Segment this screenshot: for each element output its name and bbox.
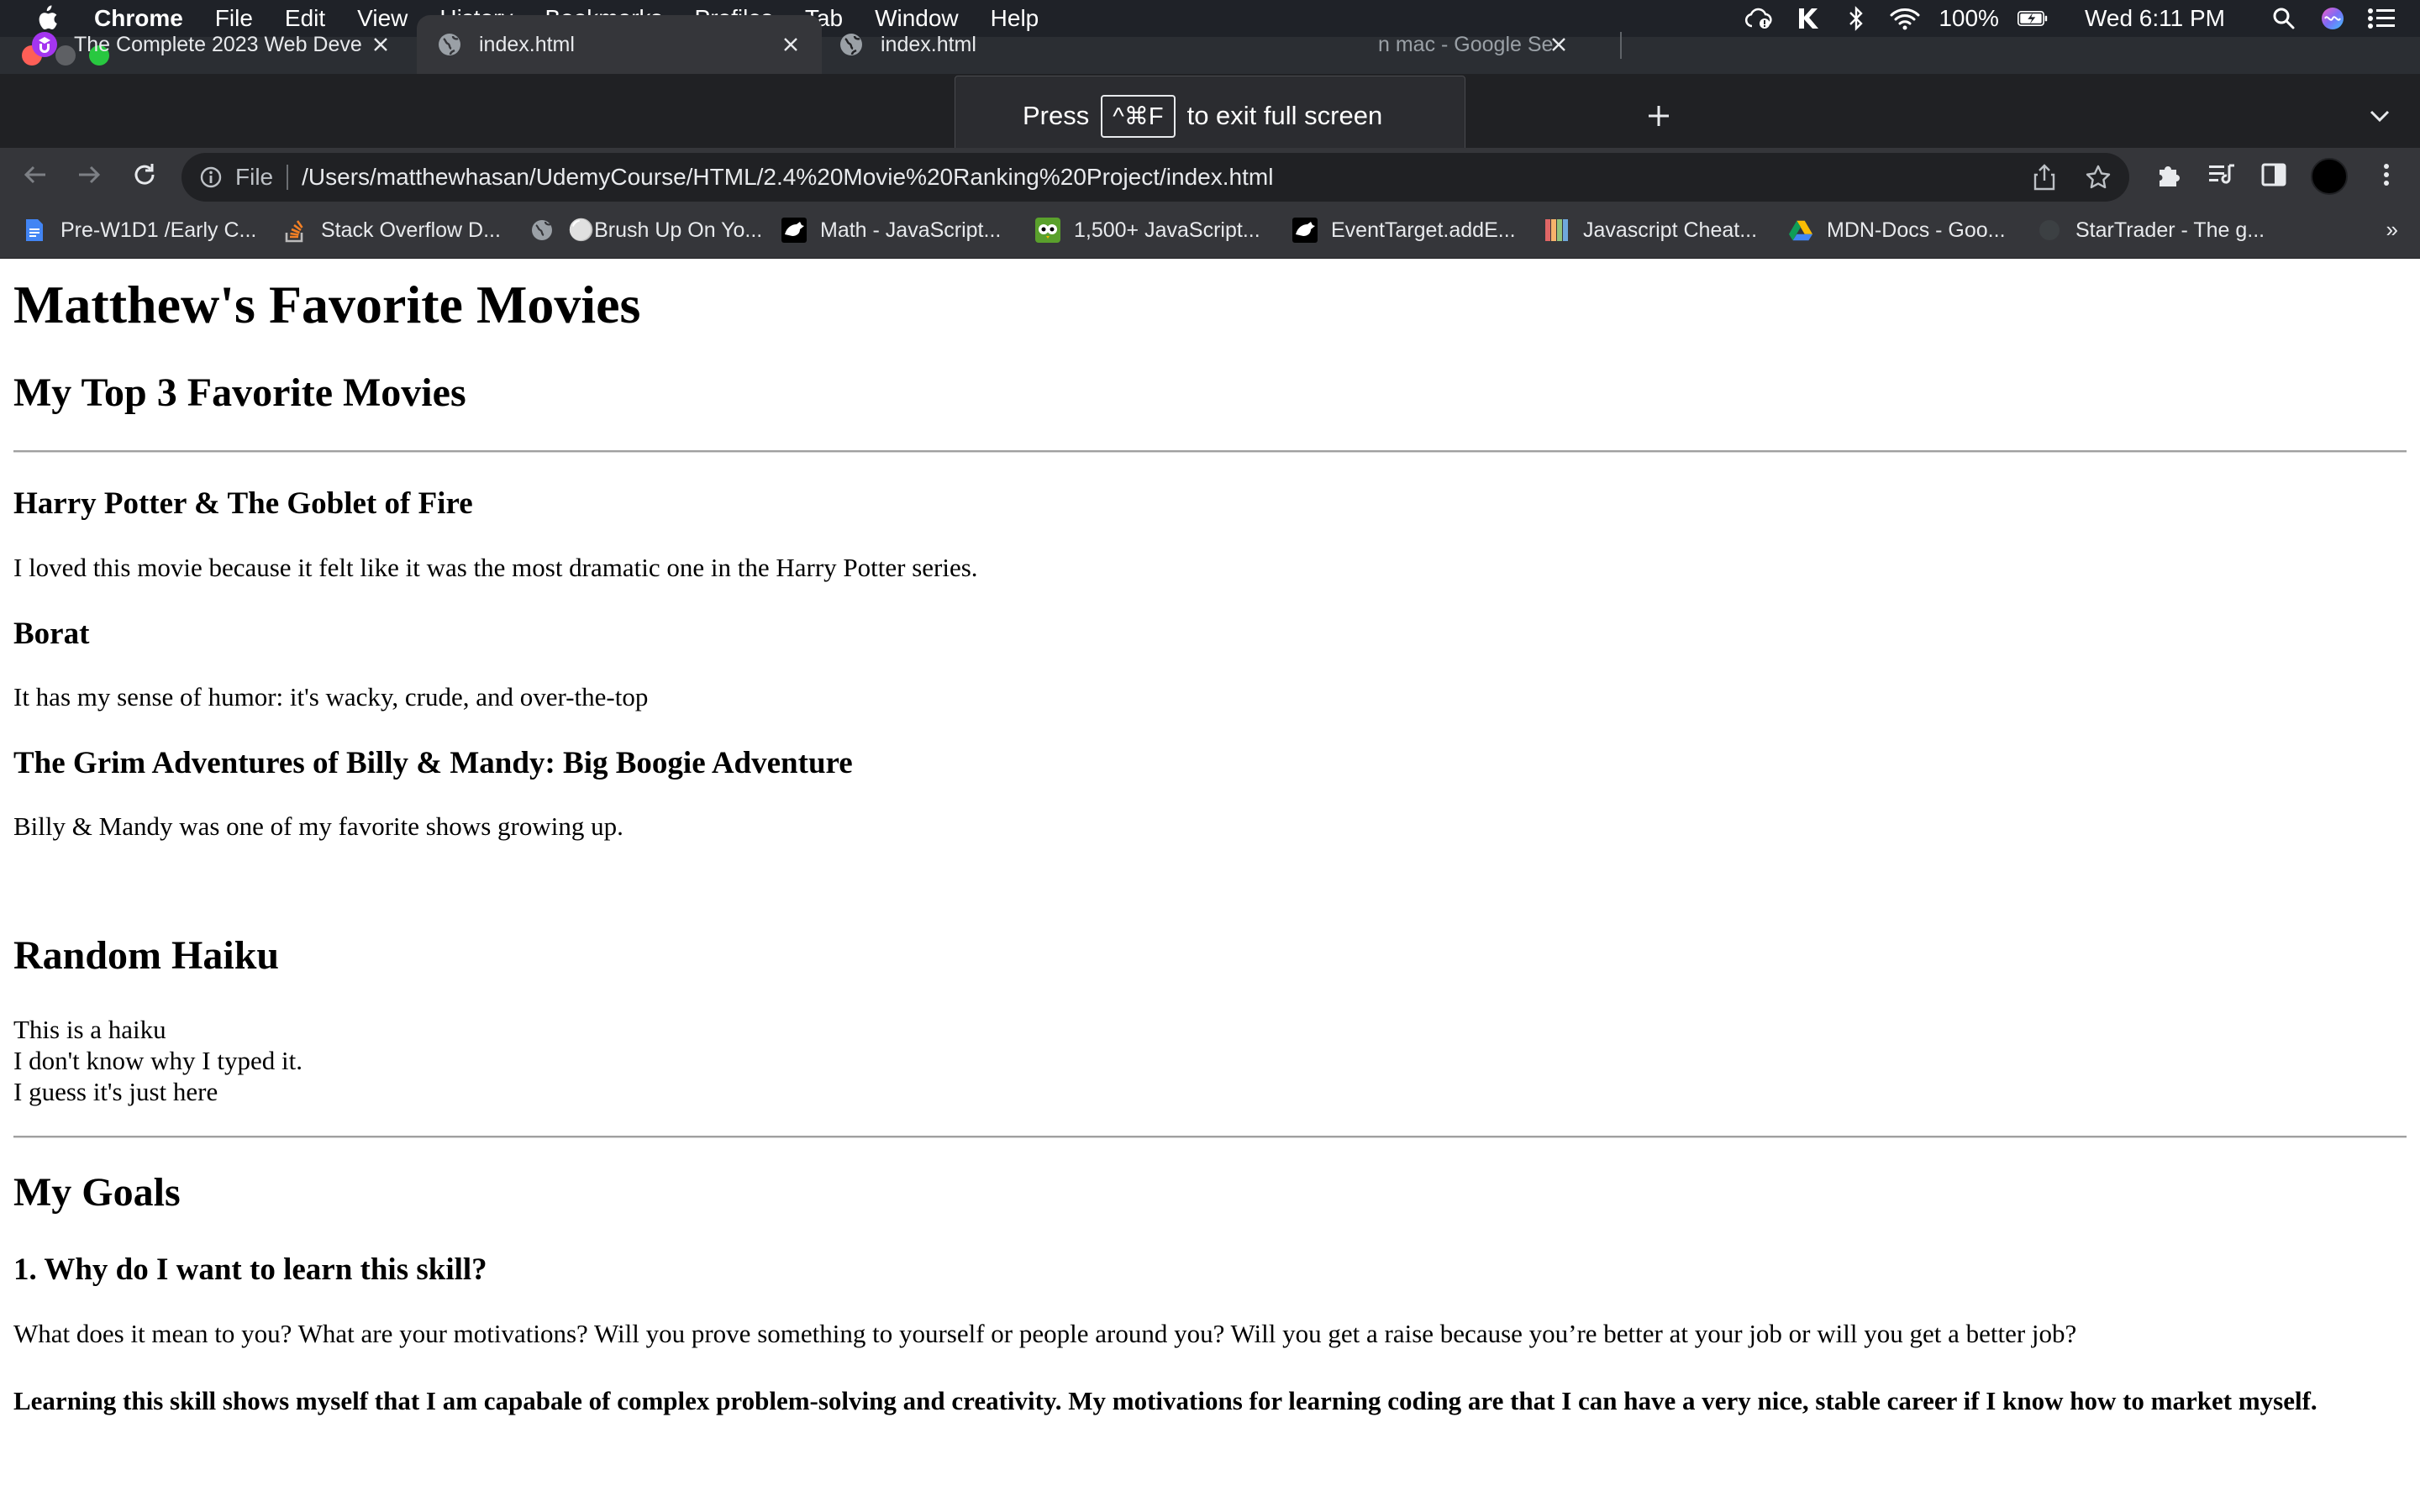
movie-title: The Grim Adventures of Billy & Mandy: Bi…	[13, 746, 853, 780]
url-scheme-label: File	[235, 164, 274, 190]
bookmark-item[interactable]: Javascript Cheat...	[1544, 215, 1757, 245]
page-title: Matthew's Favorite Movies	[13, 275, 641, 334]
movie-reason: It has my sense of humor: it's wacky, cr…	[13, 682, 649, 711]
close-tab-icon[interactable]	[1546, 32, 1571, 57]
k-app-icon[interactable]	[1792, 5, 1823, 32]
browser-toolbar: File /Users/matthewhasan/UdemyCourse/HTM…	[0, 148, 2420, 202]
close-tab-icon[interactable]	[778, 32, 803, 57]
movie-title: Harry Potter & The Goblet of Fire	[13, 486, 473, 521]
movie-title: Borat	[13, 617, 90, 651]
bookmark-item[interactable]: Stack Overflow D...	[282, 215, 501, 245]
bookmark-label: Stack Overflow D...	[321, 218, 501, 242]
haiku-line: I don't know why I typed it.	[13, 1046, 302, 1075]
url-text[interactable]: /Users/matthewhasan/UdemyCourse/HTML/2.4…	[302, 164, 1273, 191]
globe-icon	[529, 218, 555, 243]
toast-shortcut-key: ^⌘F	[1101, 94, 1176, 138]
bookmark-item[interactable]: 1,500+ JavaScript...	[1035, 215, 1260, 245]
exit-fullscreen-toast: Press ^⌘F to exit full screen	[955, 76, 1465, 156]
bookmark-label: ⚪Brush Up On Yo...	[568, 218, 763, 242]
creative-cloud-icon[interactable]	[1744, 5, 1774, 32]
site-info-icon[interactable]	[198, 165, 224, 190]
tab-title: n mac - Google Se	[1378, 32, 1554, 56]
bookmarks-overflow-chevron[interactable]: »	[2386, 217, 2398, 243]
haiku-line: I guess it's just here	[13, 1077, 218, 1106]
movie-reason: Billy & Mandy was one of my favorite sho…	[13, 811, 623, 841]
page-content: Matthew's Favorite Movies My Top 3 Favor…	[0, 259, 2420, 1512]
top3-heading: My Top 3 Favorite Movies	[13, 370, 466, 415]
menu-help[interactable]: Help	[991, 5, 1039, 32]
spotlight-search-icon[interactable]	[2269, 5, 2299, 32]
reload-icon[interactable]	[128, 158, 161, 192]
wifi-icon[interactable]	[1890, 5, 1920, 32]
tab-udemy-course[interactable]: The Complete 2023 Web Deve	[15, 15, 412, 74]
horizontal-rule	[13, 450, 2407, 453]
tab-title: index.html	[479, 32, 575, 56]
back-arrow-icon[interactable]	[18, 158, 52, 192]
globe-icon	[437, 32, 462, 57]
drive-icon	[1788, 218, 1813, 243]
tab-google-search[interactable]: n mac - Google Se	[1244, 15, 1630, 74]
close-tab-icon[interactable]	[368, 32, 393, 57]
udemy-icon	[32, 32, 57, 57]
globe-icon	[839, 32, 864, 57]
docs-icon	[22, 218, 47, 243]
bookmark-label: MDN-Docs - Goo...	[1827, 218, 2006, 242]
control-center-icon[interactable]	[2366, 5, 2396, 32]
dark-circle-icon	[2037, 218, 2062, 243]
stackoverflow-icon	[282, 218, 308, 243]
reading-list-icon[interactable]	[2205, 158, 2238, 192]
bookmark-item[interactable]: StarTrader - The g...	[2037, 215, 2265, 245]
goal-prompt: What does it mean to you? What are your …	[13, 1319, 2077, 1348]
goal-answer: Learning this skill shows myself that I …	[13, 1386, 2317, 1415]
movie-reason: I loved this movie because it felt like …	[13, 553, 978, 582]
haiku-line: This is a haiku	[13, 1015, 166, 1044]
bookmark-item[interactable]: EventTarget.addE...	[1292, 215, 1516, 245]
bookmark-item[interactable]: ⚪Brush Up On Yo...	[529, 215, 762, 245]
tab-title: The Complete 2023 Web Deve	[74, 32, 362, 56]
goal-question: 1. Why do I want to learn this skill?	[13, 1252, 487, 1287]
haiku-heading: Random Haiku	[13, 933, 280, 978]
goals-heading: My Goals	[13, 1170, 181, 1215]
omnibox-divider	[287, 165, 289, 190]
share-icon[interactable]	[2028, 161, 2060, 193]
bookmark-label: StarTrader - The g...	[2075, 218, 2265, 242]
horizontal-rule	[13, 1136, 2407, 1138]
mdn-icon	[1292, 218, 1318, 243]
bookmark-star-icon[interactable]	[2082, 161, 2114, 193]
owl-icon	[1035, 218, 1060, 243]
battery-percent: 100%	[1939, 5, 1999, 31]
toast-press-text: Press	[1023, 101, 1090, 130]
chrome-menu-kebab-icon[interactable]	[2370, 158, 2403, 192]
tab-index-html[interactable]: index.html	[820, 15, 980, 74]
bookmark-item[interactable]: Math - JavaScript...	[781, 215, 1001, 245]
bookmark-label: EventTarget.addE...	[1331, 218, 1516, 242]
bookmark-label: 1,500+ JavaScript...	[1074, 218, 1260, 242]
battery-charging-icon[interactable]	[2017, 5, 2048, 32]
extensions-puzzle-icon[interactable]	[2153, 158, 2186, 192]
tab-search-chevron-icon[interactable]	[2365, 101, 2395, 131]
bookmark-item[interactable]: Pre-W1D1 /Early C...	[22, 215, 256, 245]
bars-icon	[1544, 218, 1570, 243]
tab-title: index.html	[881, 32, 976, 56]
siri-icon[interactable]	[2317, 5, 2348, 32]
mdn-icon	[781, 218, 807, 243]
side-panel-icon[interactable]	[2257, 158, 2291, 192]
toast-message: to exit full screen	[1186, 101, 1383, 130]
bookmark-item[interactable]: MDN-Docs - Goo...	[1788, 215, 2006, 245]
tab-separator	[1620, 32, 1622, 59]
bookmark-label: Math - JavaScript...	[820, 218, 1002, 242]
bookmarks-bar: Pre-W1D1 /Early C... Stack Overflow D...…	[0, 202, 2420, 259]
tab-index-html-active[interactable]: index.html	[417, 15, 822, 74]
address-bar[interactable]: File /Users/matthewhasan/UdemyCourse/HTM…	[182, 153, 2129, 202]
bookmark-label: Pre-W1D1 /Early C...	[60, 218, 257, 242]
bookmark-label: Javascript Cheat...	[1583, 218, 1758, 242]
new-tab-plus-icon[interactable]	[1642, 99, 1676, 133]
bluetooth-icon[interactable]	[1841, 5, 1871, 32]
profile-avatar[interactable]	[2311, 158, 2348, 195]
forward-arrow-icon[interactable]	[72, 158, 106, 192]
menu-bar-clock[interactable]: Wed 6:11 PM	[2085, 5, 2225, 32]
